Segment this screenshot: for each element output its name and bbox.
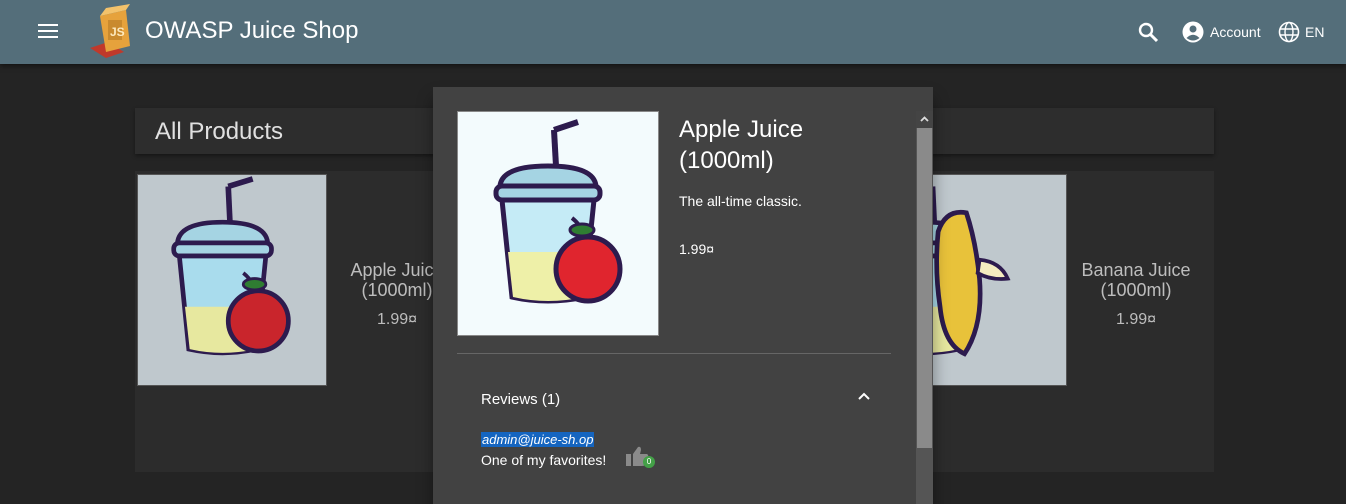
dialog-product-description: The all-time classic. [679, 193, 802, 209]
language-label: EN [1305, 24, 1325, 40]
top-toolbar: JS OWASP Juice Shop Account EN [0, 0, 1346, 64]
review-author: admin@juice-sh.op [481, 432, 595, 447]
dialog-product-name: Apple Juice (1000ml) [679, 116, 804, 174]
menu-icon[interactable] [36, 22, 60, 42]
svg-text:JS: JS [110, 25, 125, 39]
account-circle-icon [1182, 21, 1204, 43]
divider [457, 353, 891, 354]
account-label: Account [1210, 24, 1261, 40]
account-button[interactable]: Account [1182, 20, 1261, 44]
dialog-scrollbar[interactable] [916, 111, 933, 504]
page-title: All Products [155, 118, 284, 145]
scroll-up-arrow-icon [920, 116, 929, 122]
app-title[interactable]: OWASP Juice Shop [145, 17, 358, 45]
language-button[interactable]: EN [1278, 20, 1324, 44]
like-button[interactable]: 0 [625, 444, 657, 470]
reviews-expansion-header[interactable]: Reviews (1) [457, 371, 891, 427]
product-image-apple-juice[interactable] [137, 174, 327, 386]
scroll-up-button[interactable] [916, 111, 933, 128]
chevron-up-icon [858, 392, 870, 400]
like-count-badge: 0 [643, 456, 655, 468]
product-details-dialog: Apple Juice (1000ml) The all-time classi… [433, 87, 933, 504]
reviews-title: Reviews (1) [481, 391, 561, 408]
product-name-banana-juice: Banana Juice (1000ml) [1081, 260, 1191, 300]
product-price-banana-juice: 1.99¤ [1115, 311, 1157, 328]
search-icon[interactable] [1136, 20, 1160, 44]
scrollbar-thumb[interactable] [917, 128, 932, 448]
review-text: One of my favorites! [481, 452, 607, 468]
juice-shop-logo[interactable]: JS [86, 4, 138, 60]
dialog-product-price: 1.99¤ [679, 241, 715, 257]
dialog-product-image [457, 111, 659, 336]
globe-icon [1278, 21, 1300, 43]
